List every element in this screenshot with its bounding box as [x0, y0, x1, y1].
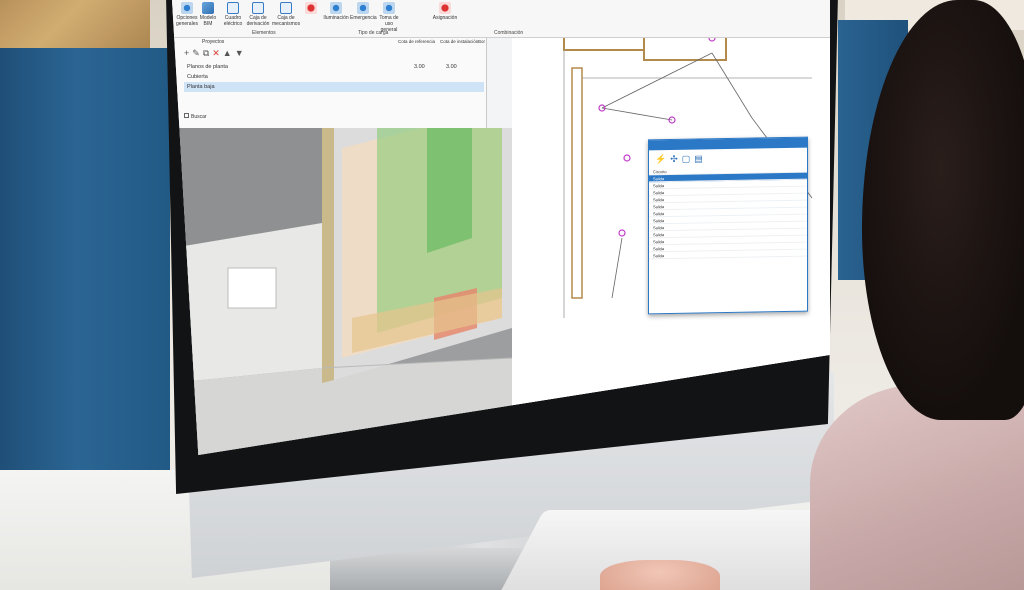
- column-extra: Bor: [478, 39, 486, 44]
- edit-icon[interactable]: ✎: [192, 48, 203, 58]
- ribbon-button-emergency[interactable]: Emergencia: [350, 2, 377, 21]
- panel-toolbar: +✎⧉✕▲▼: [184, 48, 247, 59]
- dialog-table: Circuito Salida Salida Salida Salida Salida Sa…: [649, 165, 807, 260]
- projects-panel: Proyectos Cota de referencia Cota de ins…: [172, 38, 487, 128]
- search-toggle[interactable]: Buscar: [184, 113, 207, 120]
- list-item-roof[interactable]: Cubierta: [184, 72, 484, 82]
- column-reference-level: Cota de referencia: [398, 39, 436, 44]
- ribbon-button-general-options[interactable]: Opciones generales: [176, 2, 198, 27]
- node-icon[interactable]: ✣: [670, 153, 678, 164]
- circuit-dialog: ⚡ ✣ ▢ ▤ Circuito Salida Salida Salida Salida…: [648, 136, 808, 315]
- reference-level-value: 3.00: [414, 64, 425, 70]
- list-item-label: Planos de planta: [187, 64, 228, 70]
- ribbon-button-assignment[interactable]: Asignación: [430, 2, 460, 21]
- projects-panel-title: Proyectos: [202, 39, 225, 45]
- bim-model-icon: [202, 2, 214, 14]
- hand: [600, 560, 720, 590]
- move-down-icon[interactable]: ▼: [235, 48, 247, 58]
- ribbon-toolbar: Opciones generales Modelo BIM Cuadro elé…: [172, 0, 830, 38]
- ribbon-button-junction-box[interactable]: Caja de derivación: [246, 2, 270, 27]
- lighting-icon: [330, 2, 342, 14]
- column-installation-level: Cota de instalación: [440, 39, 479, 44]
- 3d-viewport[interactable]: [172, 48, 513, 455]
- delete-icon[interactable]: ✕: [212, 48, 223, 58]
- emergency-icon: [357, 2, 369, 14]
- socket-icon: [383, 2, 395, 14]
- ribbon-group-load-types: Tipo de carga: [358, 30, 389, 36]
- panel-icon[interactable]: ▤: [694, 153, 703, 164]
- list-item-label: Cubierta: [187, 74, 208, 80]
- floors-list: Planos de planta 3.00 3.00 Cubierta Plan…: [184, 62, 484, 92]
- search-label: Buscar: [191, 114, 207, 120]
- copy-icon[interactable]: ⧉: [203, 48, 212, 58]
- installation-level-value: 3.00: [446, 64, 457, 70]
- junction-box-icon: [252, 2, 264, 14]
- ribbon-group-elements: Elementos: [252, 30, 276, 36]
- ribbon-group-combination: Combinación: [494, 30, 524, 36]
- ribbon-button-socket[interactable]: Toma de uso general: [376, 2, 402, 33]
- remove-icon: [305, 2, 317, 14]
- electrical-panel-icon: [227, 2, 239, 14]
- 3d-model-view: [172, 48, 513, 455]
- move-up-icon[interactable]: ▲: [223, 48, 235, 58]
- lightning-icon[interactable]: ⚡: [655, 154, 666, 165]
- list-item-floor-plans[interactable]: Planos de planta 3.00 3.00: [184, 62, 484, 72]
- search-checkbox[interactable]: [184, 113, 189, 118]
- dialog-row[interactable]: Salida: [649, 249, 807, 260]
- blue-partition-left: [0, 48, 170, 518]
- ribbon-button-assign-small[interactable]: [304, 2, 318, 15]
- frame-icon[interactable]: ▢: [682, 153, 691, 164]
- ribbon-button-bim-model[interactable]: Modelo BIM: [199, 2, 217, 27]
- list-item-label: Planta baja: [187, 84, 215, 90]
- window-opening: [227, 267, 277, 309]
- settings-icon: [181, 2, 193, 14]
- list-item-ground-floor[interactable]: Planta baja: [184, 82, 484, 92]
- mechanism-box-icon: [280, 2, 292, 14]
- ribbon-button-electrical-panel[interactable]: Cuadro eléctrico: [222, 2, 244, 27]
- ribbon-button-mechanism-box[interactable]: Caja de mecanismos: [272, 2, 300, 27]
- assignment-icon: [439, 2, 451, 14]
- ribbon-button-lighting[interactable]: Iluminación: [322, 2, 350, 21]
